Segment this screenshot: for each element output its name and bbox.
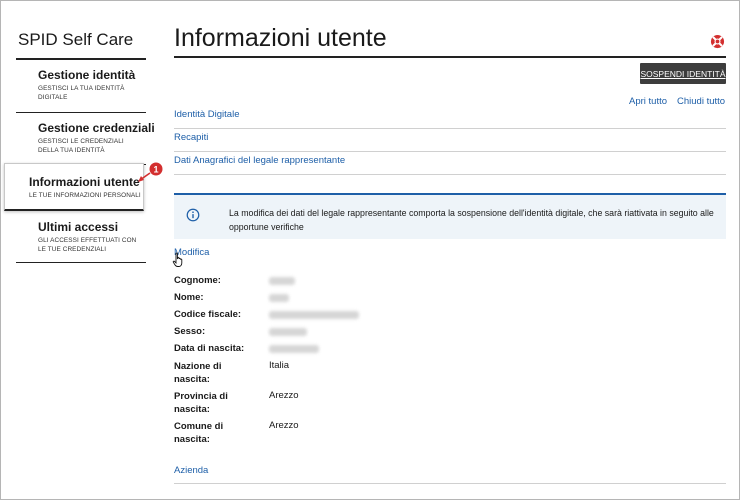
redacted-value xyxy=(269,345,319,353)
field-value-nazione-nascita: Italia xyxy=(269,360,290,371)
accordion-azienda[interactable]: Azienda xyxy=(174,465,208,476)
sidebar-item-subtitle: GESTISCI LE CREDENZIALI DELLA TUA IDENTI… xyxy=(38,138,124,154)
sidebar-item-label: Informazioni utente xyxy=(29,175,140,189)
redacted-value xyxy=(269,294,289,302)
accordion-dati-anagrafici[interactable]: Dati Anagrafici del legale rappresentant… xyxy=(174,152,726,175)
field-label-nazione-nascita: Nazione di nascita: xyxy=(174,361,222,385)
sidebar-item-gestione-identita[interactable]: Gestione identità GESTISCI LA TUA IDENTI… xyxy=(16,60,146,113)
field-value-comune-nascita: Arezzo xyxy=(269,420,299,431)
suspend-identity-button[interactable]: SOSPENDI IDENTITÀ xyxy=(640,63,726,84)
accordion-identita-digitale[interactable]: Identità Digitale xyxy=(174,106,726,129)
redacted-value xyxy=(269,328,307,336)
field-label-nome: Nome: xyxy=(174,292,204,303)
sidebar-item-label: Gestione credenziali xyxy=(38,121,155,135)
sidebar-item-ultimi-accessi[interactable]: Ultimi accessi GLI ACCESSI EFFETTUATI CO… xyxy=(16,212,146,263)
step-marker: 1 xyxy=(138,162,163,182)
section-divider xyxy=(174,483,726,484)
sidebar-item-gestione-credenziali[interactable]: Gestione credenziali GESTISCI LE CREDENZ… xyxy=(16,113,155,165)
lifebuoy-icon[interactable] xyxy=(710,34,725,49)
hand-pointer-icon xyxy=(172,252,183,267)
accordion-recapiti[interactable]: Recapiti xyxy=(174,129,726,152)
redacted-value xyxy=(269,277,295,285)
sidebar-item-subtitle: GLI ACCESSI EFFETTUATI CON LE TUE CREDEN… xyxy=(38,237,137,253)
field-label-cognome: Cognome: xyxy=(174,275,221,286)
brand-title: SPID Self Care xyxy=(18,30,134,49)
field-value-provincia-nascita: Arezzo xyxy=(269,390,299,401)
field-label-provincia-nascita: Provincia di nascita: xyxy=(174,391,228,415)
sidebar-item-label: Ultimi accessi xyxy=(38,220,119,234)
sidebar-item-label: Gestione identità xyxy=(38,68,136,82)
page-title: Informazioni utente xyxy=(174,24,387,52)
field-label-comune-nascita: Comune di nascita: xyxy=(174,421,224,445)
field-label-sesso: Sesso: xyxy=(174,326,206,337)
title-divider xyxy=(174,56,726,58)
info-alert: La modifica dei dati del legale rapprese… xyxy=(174,193,726,239)
sidebar-item-subtitle: GESTISCI LA TUA IDENTITÀ DIGITALE xyxy=(38,85,125,101)
sidebar-item-informazioni-utente[interactable]: Informazioni utente LE TUE INFORMAZIONI … xyxy=(4,163,144,211)
field-label-data-nascita: Data di nascita: xyxy=(174,343,245,354)
info-icon xyxy=(186,208,200,222)
info-alert-text: La modifica dei dati del legale rapprese… xyxy=(229,208,714,232)
redacted-value xyxy=(269,311,359,319)
step-marker-number: 1 xyxy=(153,165,158,175)
field-label-codice-fiscale: Codice fiscale: xyxy=(174,309,242,320)
sidebar-item-subtitle: LE TUE INFORMAZIONI PERSONALI xyxy=(29,192,141,199)
